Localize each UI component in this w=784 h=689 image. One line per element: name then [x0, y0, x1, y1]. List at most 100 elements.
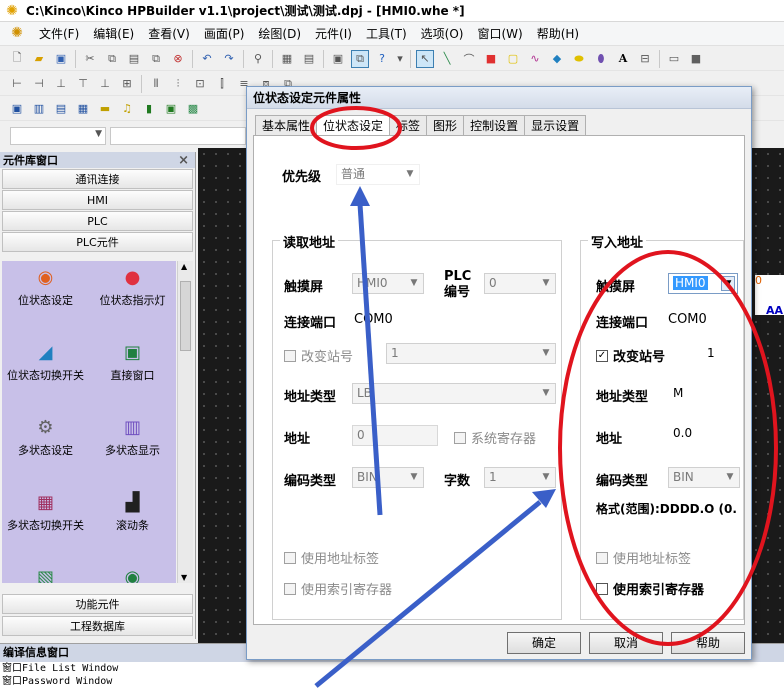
scroll-down-icon[interactable]: ▼ [181, 573, 187, 582]
component-switch-icon[interactable]: ▤ [52, 100, 70, 118]
tab-display[interactable]: 显示设置 [524, 115, 587, 135]
component-keypad-icon[interactable]: ▬ [96, 100, 114, 118]
scrollbar-thumb[interactable] [180, 281, 191, 351]
open-folder-icon[interactable]: ▰ [30, 50, 48, 68]
component-bit-lamp[interactable]: ● 位状态指示灯 [89, 261, 176, 336]
menu-draw[interactable]: 绘图(D) [251, 22, 308, 46]
align-bottom-icon[interactable]: ⊥ [96, 75, 114, 93]
read-code-select[interactable]: BIN ▼ [352, 467, 424, 488]
select-pointer-icon[interactable]: ↖ [416, 49, 434, 68]
rounded-rect-tool-icon[interactable]: ▢ [504, 50, 522, 68]
component-bit-switch[interactable]: ◢ 位状态切换开关 [2, 336, 89, 411]
tab-basic[interactable]: 基本属性 [255, 115, 318, 135]
download-icon[interactable]: ▤ [300, 50, 318, 68]
fill-color-icon[interactable]: ■ [687, 50, 705, 68]
help-icon[interactable]: ? [373, 50, 391, 68]
toolbar-overflow-icon[interactable]: ▾ [395, 50, 405, 68]
category-project-database[interactable]: 工程数据库 [2, 616, 193, 636]
online-simulate-icon[interactable]: ⧉ [351, 49, 369, 68]
rectangle-tool-icon[interactable]: ■ [482, 50, 500, 68]
category-plc[interactable]: PLC [2, 211, 193, 231]
text-tool-icon[interactable]: A [614, 50, 632, 68]
component-multi-state-switch[interactable]: ▦ 多状态切换开关 [2, 486, 89, 561]
write-use-index-checkbox[interactable]: 使用索引寄存器 [596, 579, 704, 598]
compile-icon[interactable]: ▦ [278, 50, 296, 68]
menu-help[interactable]: 帮助(H) [530, 22, 586, 46]
polygon-tool-icon[interactable]: ◆ [548, 50, 566, 68]
component-next-1[interactable]: ▧ [2, 561, 89, 584]
write-station-input[interactable]: 1 [702, 343, 740, 364]
same-size-icon[interactable]: ⊡ [191, 75, 209, 93]
undo-icon[interactable]: ↶ [198, 50, 216, 68]
component-window-icon[interactable]: ▣ [162, 100, 180, 118]
component-bitset-icon[interactable]: ▣ [8, 100, 26, 118]
read-addr-type-select[interactable]: LB ▼ [352, 383, 556, 404]
menu-screen[interactable]: 画面(P) [197, 22, 252, 46]
menu-options[interactable]: 选项(O) [414, 22, 471, 46]
scroll-up-icon[interactable]: ▲ [181, 262, 187, 271]
tab-graphic[interactable]: 图形 [426, 115, 465, 135]
component-scroll-bar[interactable]: ▟ 滚动条 [89, 486, 176, 561]
component-display-icon[interactable]: ▩ [184, 100, 202, 118]
category-communication[interactable]: 通讯连接 [2, 169, 193, 189]
space-horiz-icon[interactable]: ⫿ [213, 75, 231, 93]
read-station-select[interactable]: 1 ▼ [386, 343, 556, 364]
category-plc-components[interactable]: PLC元件 [2, 232, 193, 252]
delete-icon[interactable]: ⊗ [169, 50, 187, 68]
read-change-station-checkbox[interactable]: 改变站号 [284, 346, 353, 365]
menu-tools[interactable]: 工具(T) [359, 22, 414, 46]
write-code-select[interactable]: BIN ▼ [668, 467, 740, 488]
category-hmi[interactable]: HMI [2, 190, 193, 210]
write-addr-input[interactable]: 0.0 [668, 423, 740, 444]
priority-select[interactable]: 普通 ▼ [336, 164, 420, 185]
same-width-icon[interactable]: ⫴ [147, 75, 165, 93]
menu-component[interactable]: 元件(I) [308, 22, 359, 46]
scale-tool-icon[interactable]: ⊟ [636, 50, 654, 68]
copy-icon[interactable]: ⧉ [103, 50, 121, 68]
align-left-icon[interactable]: ⊢ [8, 75, 26, 93]
tab-label[interactable]: 标签 [389, 115, 428, 135]
paste-icon[interactable]: ▤ [125, 50, 143, 68]
menu-edit[interactable]: 编辑(E) [86, 22, 141, 46]
system-register-checkbox[interactable]: 系统寄存器 [454, 428, 536, 447]
menu-view[interactable]: 查看(V) [141, 22, 197, 46]
simulate-icon[interactable]: ▣ [329, 50, 347, 68]
frame-tool-icon[interactable]: ▭ [665, 50, 683, 68]
close-icon[interactable]: × [178, 153, 189, 168]
align-right-icon[interactable]: ⊣ [30, 75, 48, 93]
freehand-tool-icon[interactable]: ∿ [526, 50, 544, 68]
zoom-select[interactable] [110, 127, 246, 145]
component-scrollbar[interactable]: ▲ ▼ [177, 261, 193, 583]
write-change-station-checkbox[interactable]: ✓ 改变站号 [596, 346, 665, 365]
redo-icon[interactable]: ↷ [220, 50, 238, 68]
write-use-tag-checkbox[interactable]: 使用地址标签 [596, 548, 691, 567]
read-use-tag-checkbox[interactable]: 使用地址标签 [284, 548, 379, 567]
component-music-icon[interactable]: ♫ [118, 100, 136, 118]
cut-icon[interactable]: ✂ [81, 50, 99, 68]
menu-logo-icon[interactable]: ✺ [8, 25, 26, 43]
tab-bit-set[interactable]: 位状态设定 [316, 115, 391, 135]
line-tool-icon[interactable]: ╲ [438, 50, 456, 68]
new-file-icon[interactable]: 🗋 [8, 50, 26, 68]
polyline-tool-icon[interactable]: ⌒ [460, 50, 478, 68]
help-button[interactable]: 帮助 [671, 632, 745, 654]
menu-window[interactable]: 窗口(W) [470, 22, 529, 46]
write-touch-select[interactable]: HMI0 ▼ [668, 273, 738, 294]
align-hcenter-icon[interactable]: ⊥ [52, 75, 70, 93]
component-bitlamp-icon[interactable]: ▥ [30, 100, 48, 118]
read-plc-select[interactable]: 0 ▼ [484, 273, 556, 294]
layer-select[interactable]: ▼ [10, 127, 106, 145]
read-words-select[interactable]: 1 ▼ [484, 467, 556, 488]
align-vcenter-icon[interactable]: ⊞ [118, 75, 136, 93]
same-height-icon[interactable]: ⫶ [169, 75, 187, 93]
align-top-icon[interactable]: ⊤ [74, 75, 92, 93]
category-function-components[interactable]: 功能元件 [2, 594, 193, 614]
save-icon[interactable]: ▣ [52, 50, 70, 68]
duplicate-icon[interactable]: ⧉ [147, 50, 165, 68]
component-bit-set[interactable]: ◉ 位状态设定 [2, 261, 89, 336]
find-icon[interactable]: ⚲ [249, 50, 267, 68]
component-chart-icon[interactable]: ▮ [140, 100, 158, 118]
component-wordlamp-icon[interactable]: ▦ [74, 100, 92, 118]
ok-button[interactable]: 确定 [507, 632, 581, 654]
write-addr-type-select[interactable]: M [668, 383, 740, 404]
